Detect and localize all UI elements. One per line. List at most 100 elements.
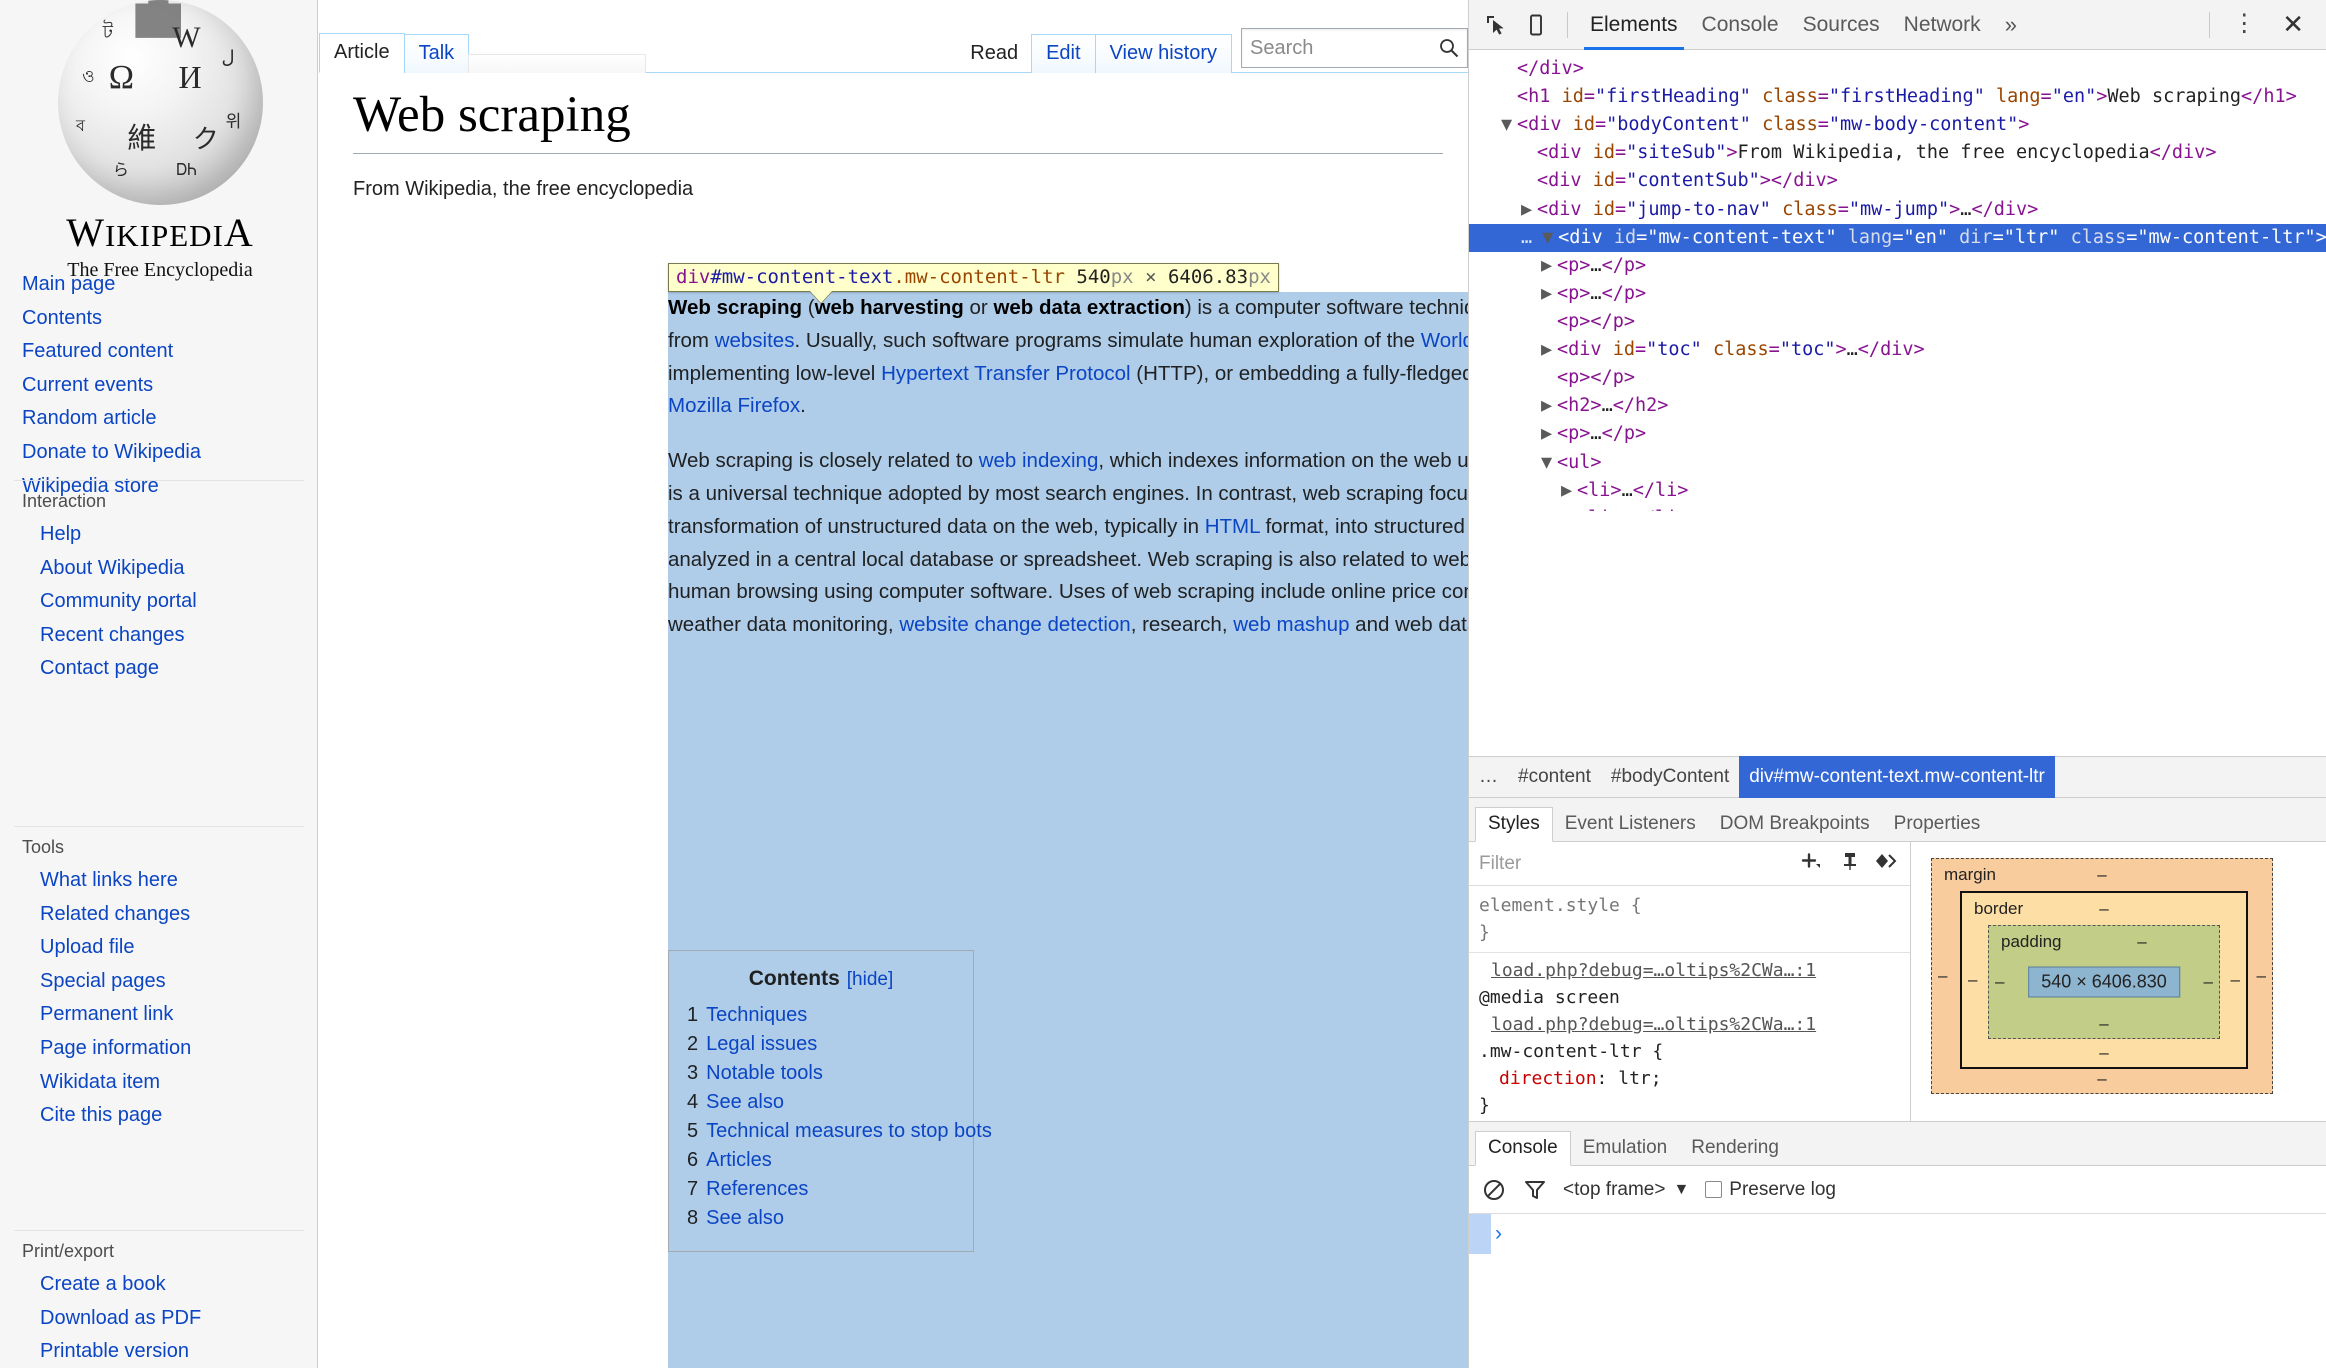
filter-icon[interactable] (1523, 1178, 1547, 1202)
tab-styles[interactable]: Styles (1475, 807, 1553, 842)
sidebar-item-help[interactable]: Help (0, 518, 318, 552)
dom-node[interactable]: ▶<li>…</li> (1469, 505, 2326, 511)
preserve-log-checkbox[interactable] (1705, 1181, 1722, 1198)
box-model-border-top[interactable]: – (2099, 899, 2108, 919)
css-property[interactable]: direction (1479, 1068, 1597, 1089)
search-box[interactable] (1241, 28, 1468, 68)
css-source-link-2[interactable]: load.php?debug=…oltips%2CWa…:1 (1479, 1011, 1900, 1038)
styles-filter-input[interactable]: Filter (1479, 853, 1786, 875)
sidebar-item-current-events[interactable]: Current events (0, 369, 318, 403)
box-model-content-size[interactable]: 540 × 6406.830 (2028, 967, 2180, 998)
sidebar-item-wikidata-item[interactable]: Wikidata item (0, 1066, 318, 1100)
link-world-wide-web[interactable]: World Wide Web (1421, 329, 1468, 352)
more-tabs-icon[interactable]: » (1993, 12, 2029, 38)
dom-node[interactable]: </div> (1469, 55, 2326, 83)
toc-item[interactable]: 3Notable tools (687, 1059, 955, 1088)
toc-link[interactable]: Legal issues (706, 1033, 817, 1055)
close-icon[interactable]: ✕ (2268, 9, 2318, 40)
tab-elements[interactable]: Elements (1578, 0, 1690, 50)
sidebar-item-related-changes[interactable]: Related changes (0, 898, 318, 932)
tab-rendering[interactable]: Rendering (1679, 1132, 1791, 1165)
toc-link[interactable]: Articles (706, 1149, 772, 1171)
tab-event-listeners[interactable]: Event Listeners (1553, 808, 1708, 841)
breadcrumb-item-ellipsis[interactable]: … (1469, 756, 1508, 798)
box-model-padding-right[interactable]: – (2204, 972, 2213, 992)
box-model-margin-right[interactable]: – (2257, 966, 2266, 986)
css-source-link[interactable]: load.php?debug=…oltips%2CWa…:1 (1479, 957, 1900, 984)
tab-properties[interactable]: Properties (1882, 808, 1993, 841)
toc-item[interactable]: 1Techniques (687, 1001, 955, 1030)
toc-item[interactable]: 8See also (687, 1204, 955, 1233)
dom-node[interactable]: <div id="contentSub"></div> (1469, 167, 2326, 195)
sidebar-item-main-page[interactable]: Main page (0, 268, 318, 302)
box-model-margin[interactable]: margin – – – – border – – – – padding – (1931, 858, 2273, 1094)
wikipedia-logo[interactable]: ট W Ω И ও ل 維 ク ব 위 ら ᎠᏂ WIKIPEDIA Th (10, 0, 310, 270)
box-model-padding-left[interactable]: – (1995, 972, 2004, 992)
toc-link[interactable]: Notable tools (706, 1062, 823, 1084)
css-rule-element-style[interactable]: element.style { } (1479, 892, 1900, 946)
expand-arrow-icon-closed[interactable]: ▶ (1521, 196, 1537, 224)
console-output-area[interactable] (1469, 1254, 2326, 1368)
tab-talk[interactable]: Talk (404, 34, 470, 73)
sidebar-item-cite-this-page[interactable]: Cite this page (0, 1099, 318, 1133)
search-input[interactable] (1242, 29, 1467, 67)
toc-item[interactable]: 7References (687, 1175, 955, 1204)
tab-sources[interactable]: Sources (1791, 0, 1892, 50)
tab-read[interactable]: Read (956, 35, 1032, 73)
dom-node[interactable]: ▼<ul> (1469, 449, 2326, 477)
dom-node[interactable]: ▶<div id="toc" class="toc">…</div> (1469, 336, 2326, 364)
toc-link[interactable]: Technical measures to stop bots (706, 1120, 992, 1142)
breadcrumb-item-content[interactable]: #content (1508, 756, 1601, 798)
breadcrumb-item-mw-content-text[interactable]: div#mw-content-text.mw-content-ltr (1739, 756, 2055, 798)
dom-node[interactable]: ▼<div id="bodyContent" class="mw-body-co… (1469, 111, 2326, 139)
sidebar-item-page-information[interactable]: Page information (0, 1032, 318, 1066)
box-model-margin-top[interactable]: – (2097, 865, 2106, 885)
device-toolbar-icon[interactable] (1517, 6, 1555, 44)
sidebar-item-featured-content[interactable]: Featured content (0, 335, 318, 369)
css-selector[interactable]: .mw-content-ltr { (1479, 1038, 1900, 1065)
sidebar-item-recent-changes[interactable]: Recent changes (0, 619, 318, 653)
expand-arrow-icon-open[interactable]: ▼ (1541, 449, 1557, 477)
search-icon[interactable] (1439, 38, 1459, 58)
sidebar-item-create-a-book[interactable]: Create a book (0, 1268, 318, 1302)
expand-arrow-icon-closed[interactable]: ▶ (1541, 336, 1557, 364)
expand-arrow-icon-closed[interactable]: ▶ (1561, 505, 1577, 511)
toc-link[interactable]: Techniques (706, 1004, 807, 1026)
sidebar-item-special-pages[interactable]: Special pages (0, 965, 318, 999)
toc-item[interactable]: 4See also (687, 1088, 955, 1117)
tab-view-history[interactable]: View history (1095, 34, 1232, 73)
expand-arrow-icon-closed[interactable]: ▶ (1561, 477, 1577, 505)
box-model-border-right[interactable]: – (2231, 970, 2240, 990)
expand-arrow-icon-open[interactable]: ▼ (1501, 111, 1517, 139)
box-model-margin-left[interactable]: – (1938, 966, 1947, 986)
link-mozilla-firefox[interactable]: Mozilla Firefox (668, 394, 800, 417)
toggle-element-state-icon[interactable] (1874, 851, 1900, 877)
expand-arrow-icon-closed[interactable]: ▶ (1541, 252, 1557, 280)
box-model-padding-top[interactable]: – (2137, 932, 2146, 952)
preserve-log-toggle[interactable]: Preserve log (1705, 1179, 1836, 1201)
dom-node[interactable]: ▶<div id="jump-to-nav" class="mw-jump">…… (1469, 196, 2326, 224)
toc-item[interactable]: 5Technical measures to stop bots (687, 1117, 955, 1146)
expand-arrow-icon-closed[interactable]: ▶ (1541, 392, 1557, 420)
box-model-padding-bottom[interactable]: – (2099, 1014, 2108, 1034)
expand-arrow-icon-open[interactable]: ▼ (1542, 224, 1558, 252)
expand-arrow-icon-closed[interactable]: ▶ (1541, 280, 1557, 308)
tab-edit[interactable]: Edit (1031, 34, 1095, 73)
toc-link[interactable]: See also (706, 1207, 784, 1229)
link-http[interactable]: Hypertext Transfer Protocol (881, 362, 1131, 385)
chevron-down-icon[interactable]: ▼ (1673, 1181, 1689, 1199)
tab-console[interactable]: Console (1690, 0, 1791, 50)
dom-node[interactable]: <p></p> (1469, 364, 2326, 392)
breadcrumb-item-bodycontent[interactable]: #bodyContent (1601, 756, 1739, 798)
toc-item[interactable]: 2Legal issues (687, 1030, 955, 1059)
dom-node[interactable]: ▶<p>…</p> (1469, 252, 2326, 280)
tab-console-drawer[interactable]: Console (1475, 1131, 1571, 1166)
dom-node[interactable]: <h1 id="firstHeading" class="firstHeadin… (1469, 83, 2326, 111)
box-model-padding[interactable]: padding – – – – 540 × 6406.830 (1988, 925, 2220, 1039)
link-website-change-detection[interactable]: website change detection (899, 613, 1130, 636)
console-prompt-row[interactable]: › (1469, 1214, 2326, 1254)
toc-hide-toggle[interactable]: [hide] (847, 969, 893, 990)
sidebar-item-permanent-link[interactable]: Permanent link (0, 998, 318, 1032)
sidebar-item-random-article[interactable]: Random article (0, 402, 318, 436)
link-web-mashup[interactable]: web mashup (1233, 613, 1349, 636)
